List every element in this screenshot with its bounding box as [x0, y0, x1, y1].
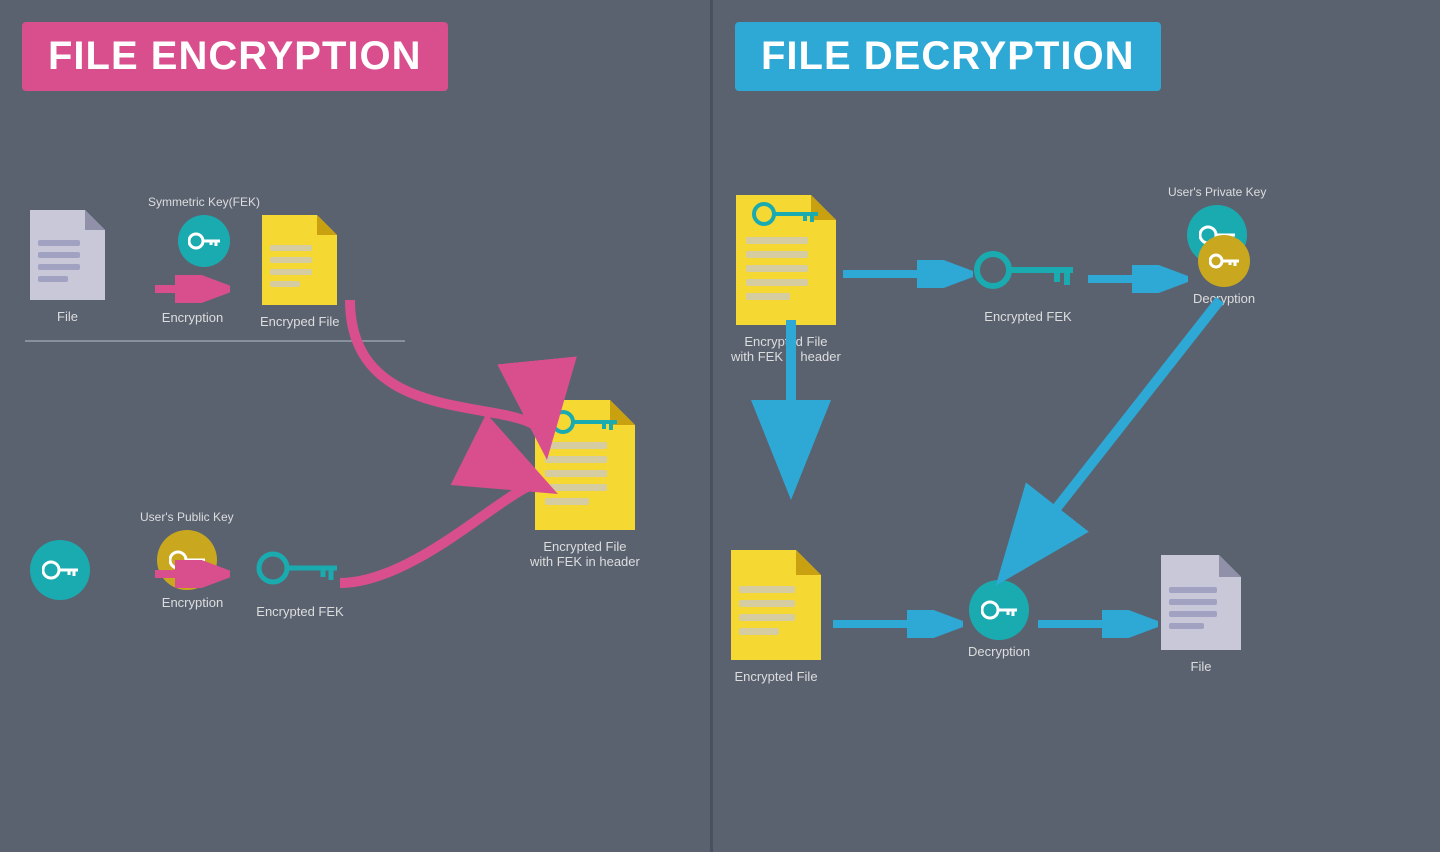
- enc-arrow-top: Encryption: [155, 275, 230, 325]
- enc-encryption-top-label: Encryption: [155, 310, 230, 325]
- enc-file: File: [30, 210, 105, 324]
- enc-teal-key: [30, 540, 90, 600]
- dec-encrypted-file: Encrypted File: [731, 550, 821, 684]
- dec-decryption-bottom-label: Decryption: [968, 644, 1030, 659]
- enc-title: FILE ENCRYPTION: [22, 22, 448, 91]
- enc-sym-key-label: Symmetric Key(FEK): [148, 195, 260, 209]
- dec-encrypted-fek-label: Encrypted FEK: [973, 309, 1083, 324]
- dec-encrypted-fek: Encrypted FEK: [973, 240, 1083, 324]
- dec-file-label: File: [1161, 659, 1241, 674]
- dec-private-key-label: User's Private Key: [1168, 185, 1266, 199]
- dec-arrow-to-decryption: [1088, 265, 1188, 298]
- enc-encrypted-fek-label: Encrypted FEK: [255, 604, 345, 619]
- dec-title: FILE DECRYPTION: [735, 22, 1161, 91]
- dec-arrow-to-fek: [843, 260, 973, 293]
- dec-arrow-to-decryption-bottom: [833, 610, 963, 643]
- dec-decryption-bottom: Decryption: [968, 580, 1030, 659]
- dec-decryption-top: Decryption: [1193, 235, 1255, 306]
- enc-public-key-label: User's Public Key: [140, 510, 234, 524]
- enc-sym-key: Symmetric Key(FEK): [148, 195, 260, 267]
- dec-encrypted-file-label: Encrypted File: [731, 669, 821, 684]
- enc-file-label: File: [30, 309, 105, 324]
- enc-encryption-bottom-label: Encryption: [155, 595, 230, 610]
- enc-encrypted-fek: Encrypted FEK: [255, 540, 345, 619]
- enc-arrow-bottom: Encryption: [155, 560, 230, 610]
- dec-arrow-to-file: [1038, 610, 1158, 643]
